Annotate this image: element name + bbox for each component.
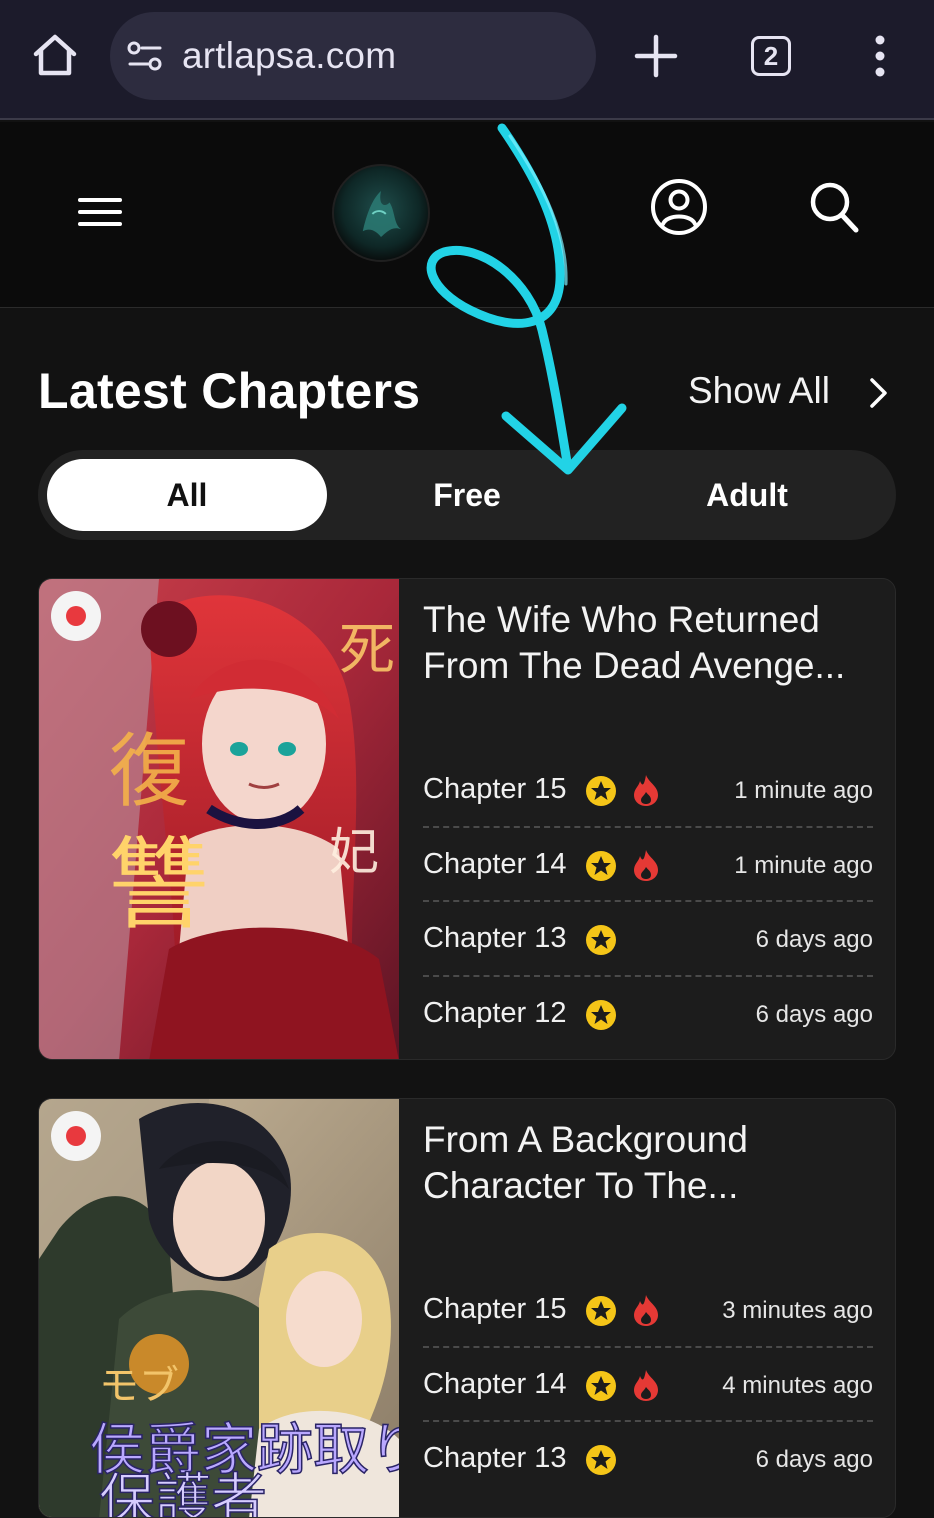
chapter-list: Chapter 15 1 minute ago Chapter 14 1 min… <box>423 753 873 1051</box>
address-bar[interactable]: artlapsa.com <box>110 12 596 100</box>
manga-cover[interactable]: モブ 侯爵家跡取り 保護者 <box>39 1099 399 1518</box>
star-icon <box>586 1296 616 1326</box>
fire-icon <box>634 1369 658 1401</box>
kebab-menu-icon[interactable] <box>862 34 898 78</box>
chapter-time: 3 minutes ago <box>722 1297 873 1324</box>
chapter-row[interactable]: Chapter 13 6 days ago <box>423 902 873 977</box>
svg-text:復: 復 <box>109 725 189 818</box>
chapter-row[interactable]: Chapter 12 6 days ago <box>423 977 873 1052</box>
chapter-time: 1 minute ago <box>734 851 873 879</box>
manga-title[interactable]: The Wife Who Returned From The Dead Aven… <box>423 597 883 689</box>
manga-card[interactable]: 復 讐 死 妃 The Wife Who Returned From The D… <box>38 578 896 1060</box>
section-title: Latest Chapters <box>38 363 421 419</box>
plus-icon[interactable] <box>634 34 678 78</box>
chapter-row[interactable]: Chapter 15 3 minutes ago <box>423 1273 873 1348</box>
tab-adult[interactable]: Adult <box>607 459 887 531</box>
tab-count: 2 <box>763 40 779 71</box>
site-header <box>0 122 934 308</box>
chapter-name[interactable]: Chapter 15 <box>423 1293 567 1326</box>
live-indicator <box>51 591 101 641</box>
fire-icon <box>634 1295 658 1326</box>
chapter-row[interactable]: Chapter 13 6 days ago <box>423 1422 873 1497</box>
chapter-time: 1 minute ago <box>734 777 873 804</box>
tune-icon[interactable] <box>126 39 164 73</box>
star-icon <box>586 999 616 1030</box>
show-all-link[interactable]: Show All <box>688 370 830 412</box>
svg-text:死: 死 <box>339 618 395 683</box>
url-text[interactable]: artlapsa.com <box>182 35 396 77</box>
chapter-row[interactable]: Chapter 15 1 minute ago <box>423 753 873 828</box>
chapter-time: 6 days ago <box>755 1000 873 1028</box>
svg-text:妃: 妃 <box>329 823 379 881</box>
filter-tabs: All Free Adult <box>38 450 896 540</box>
chapter-row[interactable]: Chapter 14 1 minute ago <box>423 828 873 902</box>
chapter-name[interactable]: Chapter 13 <box>423 1442 567 1475</box>
chapter-time: 6 days ago <box>755 1446 873 1473</box>
star-icon <box>586 1370 616 1401</box>
chapter-list: Chapter 15 3 minutes ago Chapter 14 4 mi… <box>423 1273 873 1497</box>
home-icon[interactable] <box>30 30 80 80</box>
chapter-name[interactable]: Chapter 14 <box>423 1368 567 1401</box>
tab-all[interactable]: All <box>47 459 327 531</box>
star-icon <box>586 925 616 955</box>
account-icon[interactable] <box>650 178 708 236</box>
chapter-name[interactable]: Chapter 12 <box>423 997 567 1030</box>
chapter-row[interactable]: Chapter 14 4 minutes ago <box>423 1348 873 1422</box>
svg-text:モブ: モブ <box>99 1363 179 1409</box>
chevron-right-icon[interactable] <box>866 374 892 412</box>
browser-toolbar: artlapsa.com 2 <box>0 0 934 120</box>
tab-switcher-button[interactable]: 2 <box>751 36 791 76</box>
chapter-name[interactable]: Chapter 13 <box>423 922 567 955</box>
tab-free[interactable]: Free <box>327 459 607 531</box>
svg-text:讐: 讐 <box>109 826 209 943</box>
site-logo[interactable] <box>332 164 430 262</box>
hamburger-menu-icon[interactable] <box>78 194 122 230</box>
live-indicator <box>51 1111 101 1161</box>
chapter-name[interactable]: Chapter 14 <box>423 848 567 881</box>
fire-icon <box>634 849 658 881</box>
star-icon <box>586 776 616 806</box>
svg-text:保護者: 保護者 <box>99 1468 267 1518</box>
search-icon[interactable] <box>808 180 860 234</box>
fire-icon <box>634 775 658 806</box>
chapter-name[interactable]: Chapter 15 <box>423 773 567 806</box>
star-icon <box>586 1445 616 1475</box>
manga-card[interactable]: モブ 侯爵家跡取り 保護者 From A Background Characte… <box>38 1098 896 1518</box>
chapter-time: 4 minutes ago <box>722 1371 873 1399</box>
chapter-time: 6 days ago <box>755 926 873 953</box>
manga-title[interactable]: From A Background Character To The... <box>423 1117 883 1209</box>
star-icon <box>586 850 616 881</box>
manga-cover[interactable]: 復 讐 死 妃 <box>39 579 399 1059</box>
